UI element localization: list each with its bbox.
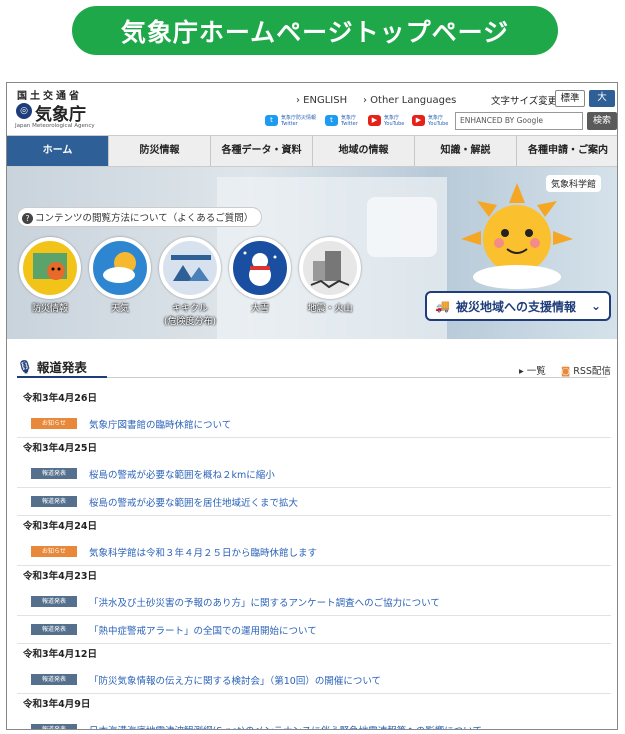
press-list: 令和3年4月26日お知らせ 気象庁図書館の臨時休館について令和3年4月25日報道発… <box>17 388 611 730</box>
map-icon <box>33 253 67 280</box>
press-item[interactable]: 報道発表 桜島の警戒が必要な範囲を概ね２kmに縮小 <box>17 460 611 488</box>
social-youtube-2[interactable]: ▶ 気象庁 YouTube <box>412 112 456 129</box>
press-item-link[interactable]: 日本海溝海底地震津波観測網(S-net)のメンテナンスに伴う緊急地震速報等への影… <box>89 723 482 730</box>
press-badge: 報道発表 <box>31 596 77 607</box>
press-badge: 報道発表 <box>31 624 77 635</box>
site-header: 国土交通省 ◎ 気象庁 Japan Meteorological Agency … <box>7 83 617 135</box>
twitter-icon: t <box>265 115 278 126</box>
support-info-button[interactable]: 🚚 被災地域への支援情報 ⌄ <box>425 291 611 321</box>
nav-home[interactable]: ホーム <box>7 136 109 166</box>
social-label: 気象庁 YouTube <box>384 114 405 127</box>
press-date: 令和3年4月25日 <box>23 443 97 454</box>
social-twitter-bousai[interactable]: t 気象庁防災情報 Twitter <box>265 112 327 129</box>
social-label: 気象庁防災情報 Twitter <box>281 114 317 127</box>
font-large-button[interactable]: 大 <box>589 90 615 107</box>
press-date: 令和3年4月24日 <box>23 521 97 532</box>
english-link[interactable]: › ENGLISH <box>296 95 347 106</box>
circle-label-kikikuru[interactable]: キキクル (危険度分布) <box>150 301 230 327</box>
divider-accent <box>17 376 107 378</box>
chevron-down-icon: ⌄ <box>590 299 601 313</box>
social-label: 気象庁 YouTube <box>428 114 449 127</box>
press-item-link[interactable]: 気象科学館は令和３年４月２５日から臨時休館します <box>89 545 317 559</box>
press-badge: 報道発表 <box>31 724 77 729</box>
press-item-link[interactable]: 「熱中症警戒アラート」の全国での運用開始について <box>89 623 317 637</box>
press-item-link[interactable]: 桜島の警戒が必要な範囲を居住地域近くまで拡大 <box>89 495 298 509</box>
press-heading-text: 報道発表 <box>36 360 87 375</box>
support-label: 被災地域への支援情報 <box>455 299 576 314</box>
font-standard-button[interactable]: 標準 <box>555 90 585 107</box>
circle-bousai[interactable] <box>19 237 81 299</box>
browser-frame: 国土交通省 ◎ 気象庁 Japan Meteorological Agency … <box>6 82 618 730</box>
press-item[interactable]: 報道発表 日本海溝海底地震津波観測網(S-net)のメンテナンスに伴う緊急地震速報… <box>17 716 611 730</box>
hero-background-display <box>367 197 437 257</box>
question-icon: ? <box>22 213 33 224</box>
circle-label-weather[interactable]: 天気 <box>80 301 160 314</box>
snow-icon <box>243 251 277 286</box>
press-date: 令和3年4月12日 <box>23 649 97 660</box>
press-badge: お知らせ <box>31 546 77 557</box>
press-badge: 報道発表 <box>31 496 77 507</box>
social-youtube-1[interactable]: ▶ 気象庁 YouTube <box>368 112 412 129</box>
circle-kikikuru[interactable] <box>159 237 221 299</box>
jma-logo-icon[interactable]: ◎ <box>16 103 32 119</box>
font-size-label: 文字サイズ変更 <box>491 96 558 107</box>
press-item[interactable]: お知らせ 気象庁図書館の臨時休館について <box>17 410 611 438</box>
nav-region[interactable]: 地域の情報 <box>313 136 415 166</box>
press-item-link[interactable]: 「洪水及び土砂災害の予報のあり方」に関するアンケート調査へのご協力について <box>89 595 440 609</box>
hero-banner: ? コンテンツの閲覧方法について（よくあるご質問） 防災情報 天気 キキクル (危… <box>7 167 617 339</box>
youtube-icon: ▶ <box>368 115 381 126</box>
other-languages-link[interactable]: › Other Languages <box>363 95 456 106</box>
press-item-link[interactable]: 「防災気象情報の伝え方に関する検討会」（第10回）の開催について <box>89 673 381 687</box>
nav-bousai[interactable]: 防災情報 <box>109 136 211 166</box>
main-nav: ホーム 防災情報 各種データ・資料 地域の情報 知識・解説 各種申請・ご案内 <box>7 135 617 167</box>
search-input[interactable]: ENHANCED BY Google <box>455 112 583 130</box>
press-badge: お知らせ <box>31 418 77 429</box>
kikikuru-icon <box>171 255 211 281</box>
search-button[interactable]: 検索 <box>587 112 617 130</box>
press-item[interactable]: お知らせ 気象科学館は令和３年４月２５日から臨時休館します <box>17 538 611 566</box>
circle-weather[interactable] <box>89 237 151 299</box>
sun-mascot-icon <box>461 183 573 289</box>
nav-data[interactable]: 各種データ・資料 <box>211 136 313 166</box>
press-date: 令和3年4月26日 <box>23 393 97 404</box>
press-item-link[interactable]: 気象庁図書館の臨時休館について <box>89 417 231 431</box>
site-logo[interactable]: 気象庁 <box>35 100 86 125</box>
earthquake-icon <box>310 251 350 289</box>
press-item[interactable]: 報道発表 「洪水及び土砂災害の予報のあり方」に関するアンケート調査へのご協力につい… <box>17 588 611 616</box>
circle-label-bousai[interactable]: 防災情報 <box>10 301 90 314</box>
faq-label: コンテンツの閲覧方法について（よくあるご質問） <box>35 213 254 224</box>
press-date: 令和3年4月9日 <box>23 699 91 710</box>
press-badge: 報道発表 <box>31 468 77 479</box>
nav-knowledge[interactable]: 知識・解説 <box>415 136 517 166</box>
press-item-link[interactable]: 桜島の警戒が必要な範囲を概ね２kmに縮小 <box>89 467 275 481</box>
twitter-icon: t <box>325 115 338 126</box>
social-label: 気象庁 Twitter <box>341 114 358 127</box>
weather-icon <box>103 252 136 283</box>
nav-application[interactable]: 各種申請・ご案内 <box>517 136 617 166</box>
press-item[interactable]: 報道発表 「防災気象情報の伝え方に関する検討会」（第10回）の開催について <box>17 666 611 694</box>
circle-snow[interactable] <box>229 237 291 299</box>
circle-label-snow[interactable]: 大雪 <box>220 301 300 314</box>
press-item[interactable]: 報道発表 桜島の警戒が必要な範囲を居住地域近くまで拡大 <box>17 488 611 516</box>
press-date: 令和3年4月23日 <box>23 571 97 582</box>
press-item[interactable]: 報道発表 「熱中症警戒アラート」の全国での運用開始について <box>17 616 611 644</box>
rss-link[interactable]: ◙ RSS配信 <box>561 363 611 377</box>
site-logo-en: Japan Meteorological Agency <box>15 123 95 129</box>
microphone-icon: 🎙 <box>17 358 33 374</box>
press-badge: 報道発表 <box>31 674 77 685</box>
social-twitter[interactable]: t 気象庁 Twitter <box>325 112 371 129</box>
youtube-icon: ▶ <box>412 115 425 126</box>
faq-link[interactable]: ? コンテンツの閲覧方法について（よくあるご質問） <box>17 207 263 227</box>
page-banner: 気象庁ホームページトップページ <box>72 6 558 55</box>
press-list-link[interactable]: ▸ 一覧 <box>519 363 546 377</box>
press-heading: 🎙 報道発表 <box>17 357 87 376</box>
press-list-label: 一覧 <box>526 366 546 377</box>
circle-label-earthquake[interactable]: 地震・火山 <box>290 301 370 314</box>
rss-icon: ◙ <box>561 366 571 377</box>
circle-earthquake[interactable] <box>299 237 361 299</box>
rss-label: RSS配信 <box>573 366 611 377</box>
truck-icon: 🚚 <box>435 299 450 313</box>
